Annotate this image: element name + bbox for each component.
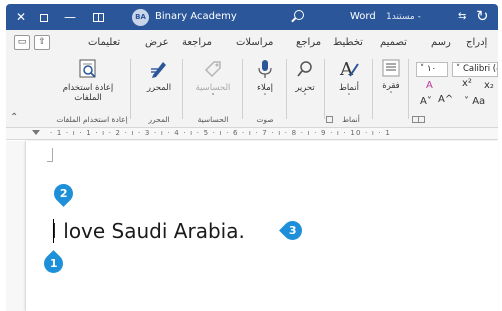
tab-mailings[interactable]: مراسلات bbox=[236, 37, 273, 48]
search-icon[interactable] bbox=[294, 10, 304, 20]
font-size-select[interactable]: ˅ ١٠ bbox=[416, 62, 448, 77]
maximize-icon[interactable] bbox=[34, 4, 54, 30]
dictate-button[interactable]: إملاء ˅ bbox=[250, 58, 280, 101]
callout-number: 2 bbox=[59, 187, 68, 200]
chevron-down-icon: ˅ bbox=[389, 91, 393, 99]
paragraph-button[interactable]: فقرة ˅ bbox=[378, 58, 404, 99]
group-label-sensitivity: الحساسية bbox=[197, 115, 229, 124]
reuse-files-label-2: الملفات bbox=[74, 93, 102, 103]
sensitivity-icon bbox=[204, 61, 221, 78]
text-cursor bbox=[53, 219, 54, 243]
sensitivity-label: الحساسية bbox=[195, 83, 231, 93]
microphone-icon bbox=[258, 60, 272, 78]
svg-text:A: A bbox=[339, 59, 354, 80]
avatar[interactable]: BA bbox=[132, 9, 149, 26]
group-divider bbox=[372, 59, 373, 119]
editor-button[interactable]: المحرر bbox=[142, 58, 176, 93]
tab-view[interactable]: عرض bbox=[145, 37, 169, 48]
comments-icon[interactable]: ▭ bbox=[14, 35, 30, 50]
font-launcher-icon[interactable] bbox=[418, 116, 425, 123]
chevron-down-icon: ˅ bbox=[420, 64, 425, 74]
tab-draw[interactable]: رسم bbox=[431, 37, 451, 48]
reuse-files-button[interactable]: إعادة استخدام الملفات bbox=[58, 58, 118, 103]
margin-crop-mark bbox=[47, 148, 53, 162]
tab-insert[interactable]: إدراج bbox=[466, 37, 487, 48]
document-text[interactable]: I love Saudi Arabia. bbox=[51, 219, 245, 243]
change-case-button[interactable]: ˅ Aa bbox=[464, 96, 485, 107]
chevron-down-icon: ˅ bbox=[263, 93, 267, 101]
share-icon[interactable]: ⇧ bbox=[34, 35, 50, 50]
tab-layout[interactable]: تخطيط bbox=[333, 37, 363, 48]
chevron-down-icon: ˅ bbox=[456, 64, 461, 74]
app-title: Word bbox=[350, 11, 376, 22]
tab-design[interactable]: تصميم bbox=[380, 37, 407, 48]
indent-marker[interactable] bbox=[32, 130, 40, 135]
paragraph-icon bbox=[382, 59, 400, 77]
sensitivity-button[interactable]: الحساسية ˅ bbox=[190, 58, 236, 101]
editor-pen-icon bbox=[151, 62, 166, 78]
dictate-label: إملاء bbox=[257, 83, 273, 93]
ruler-numbers: · 1 · ı · 1 · ı · 2 · ı · 3 · ı · 4 · ı … bbox=[50, 129, 391, 137]
group-label-styles: أنماط bbox=[342, 115, 360, 124]
group-divider bbox=[242, 59, 243, 119]
chevron-down-icon: ˅ bbox=[347, 93, 351, 101]
group-divider bbox=[130, 59, 131, 119]
styles-button[interactable]: A أنماط ˅ bbox=[332, 58, 366, 101]
chevron-down-icon: ˅ bbox=[464, 96, 473, 107]
font-name-select[interactable]: ˅ Calibri (ب bbox=[452, 62, 498, 77]
styles-label: أنماط bbox=[338, 83, 360, 93]
superscript-button[interactable]: x² bbox=[462, 78, 472, 89]
horizontal-ruler[interactable]: · 1 · ı · 1 · ı · 2 · ı · 3 · ı · 4 · ı … bbox=[6, 128, 498, 140]
collapse-ribbon-icon[interactable]: ⌃ bbox=[10, 112, 18, 123]
group-label-editor: المحرر bbox=[148, 115, 170, 124]
chevron-down-icon: ˅ bbox=[303, 93, 307, 101]
callout-number: 1 bbox=[49, 257, 58, 270]
chevron-down-icon: ˅ bbox=[211, 93, 215, 101]
quick-access-customize-icon[interactable]: ⇆ bbox=[458, 4, 466, 30]
tab-references[interactable]: مراجع bbox=[296, 37, 321, 48]
ribbon: ⌃ إعادة استخدام الملفات إعادة استخدام ال… bbox=[6, 56, 498, 128]
editing-button[interactable]: تحرير ˅ bbox=[290, 58, 320, 101]
reuse-files-label: إعادة استخدام bbox=[62, 83, 114, 93]
undo-icon[interactable]: ↻ bbox=[476, 4, 489, 28]
ribbon-display-options-icon[interactable] bbox=[88, 4, 108, 30]
title-bar: ✕ — BA Binary Academy Word مستند1 - ⇆ ↻ bbox=[6, 4, 498, 30]
subscript-button[interactable]: x₂ bbox=[484, 80, 494, 91]
shrink-font-button[interactable]: A˅ bbox=[420, 96, 432, 107]
find-icon bbox=[297, 61, 312, 77]
document-name: مستند1 - bbox=[386, 12, 421, 22]
paragraph-label: فقرة bbox=[382, 81, 400, 91]
group-label-reuse-files: إعادة استخدام الملفات bbox=[56, 115, 128, 124]
account-name[interactable]: Binary Academy bbox=[155, 4, 237, 30]
editing-label: تحرير bbox=[295, 83, 315, 93]
editor-label: المحرر bbox=[146, 83, 172, 93]
callout-number: 3 bbox=[288, 224, 297, 237]
close-icon[interactable]: ✕ bbox=[12, 4, 30, 30]
change-case-label: Aa bbox=[472, 96, 486, 107]
styles-launcher-icon[interactable] bbox=[326, 116, 333, 123]
group-divider bbox=[324, 59, 325, 119]
minimize-icon[interactable]: — bbox=[60, 4, 80, 30]
styles-icon: A bbox=[339, 59, 359, 80]
tab-review[interactable]: مراجعة bbox=[182, 37, 212, 48]
ribbon-tabs: ▭ ⇧ تعليمات عرض مراجعة مراسلات مراجع تخط… bbox=[6, 30, 498, 56]
font-size-value: ١٠ bbox=[426, 64, 437, 74]
group-divider bbox=[408, 59, 409, 119]
tab-help[interactable]: تعليمات bbox=[88, 37, 120, 48]
group-label-voice: صوت bbox=[256, 115, 274, 124]
font-name-value: Calibri (ب bbox=[462, 64, 497, 74]
reuse-files-icon bbox=[79, 59, 96, 78]
clear-formatting-icon[interactable]: A bbox=[426, 80, 433, 91]
group-divider bbox=[286, 59, 287, 119]
group-divider bbox=[182, 59, 183, 119]
grow-font-button[interactable]: A^ bbox=[438, 94, 453, 105]
